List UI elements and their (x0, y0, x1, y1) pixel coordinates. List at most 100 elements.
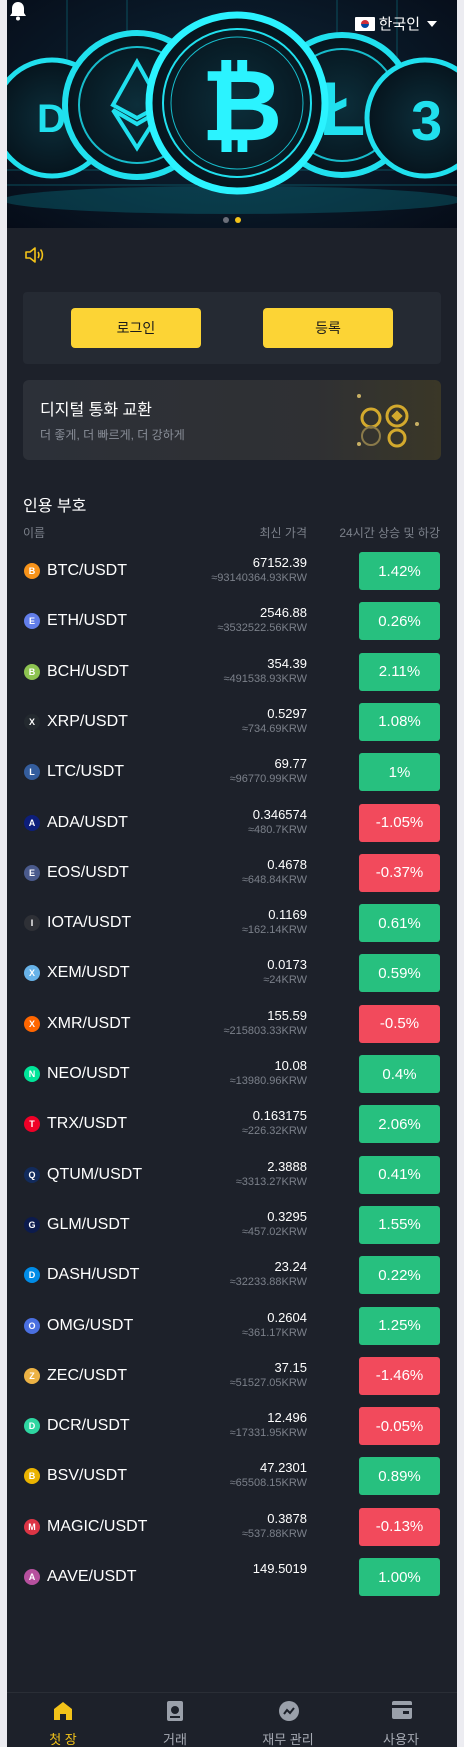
market-row[interactable]: T TRX/USDT 0.163175 ≈226.32KRW 2.06% (7, 1096, 457, 1152)
register-button[interactable]: 등록 (263, 308, 393, 348)
change-badge[interactable]: -1.46% (359, 1356, 440, 1395)
pair-name: BTC/USDT (47, 562, 127, 579)
magic-icon: M (24, 1518, 40, 1535)
change-badge[interactable]: 1.00% (359, 1558, 440, 1596)
home-icon (54, 1702, 72, 1720)
last-price: 0.2604 (267, 1309, 307, 1325)
last-price: 0.346574 (252, 806, 307, 822)
change-badge[interactable]: 1.08% (359, 702, 440, 741)
user-icon (392, 1701, 412, 1719)
market-row[interactable]: D DCR/USDT 12.496 ≈17331.95KRW -0.05% (7, 1398, 457, 1454)
last-price: 10.08 (274, 1058, 307, 1073)
market-row[interactable]: A AAVE/USDT 149.5019 1.00% (7, 1549, 457, 1605)
krw-price: ≈32233.88KRW (229, 1276, 307, 1289)
pair-name: AAVE/USDT (47, 1568, 137, 1585)
krw-price: ≈13980.96KRW (229, 1075, 307, 1087)
column-price: 최신 가격 (259, 526, 308, 540)
last-price: 23.24 (274, 1259, 307, 1275)
krw-price: ≈24KRW (263, 974, 307, 987)
krw-price: ≈162.14KRW (241, 924, 307, 937)
pair-name: TRX/USDT (47, 1115, 127, 1133)
last-price: 0.5297 (267, 705, 307, 721)
market-row[interactable]: B BSV/USDT 47.2301 ≈65508.15KRW 0.89% (7, 1448, 457, 1504)
korea-flag-icon (354, 16, 375, 31)
last-price: 0.1169 (268, 907, 307, 923)
change-badge[interactable]: -0.37% (359, 853, 440, 892)
nav-item-user[interactable]: 사용자 (345, 1693, 457, 1747)
speaker-icon[interactable] (24, 246, 44, 264)
carousel-dot[interactable] (223, 217, 229, 223)
market-row[interactable]: O OMG/USDT 0.2604 ≈361.17KRW 1.25% (7, 1298, 457, 1354)
xmr-icon: X (24, 1015, 40, 1032)
market-row[interactable]: X XEM/USDT 0.0173 ≈24KRW 0.59% (7, 945, 457, 1001)
market-row[interactable]: Z ZEC/USDT 37.15 ≈51527.05KRW -1.46% (7, 1348, 457, 1404)
change-badge[interactable]: 0.41% (359, 1155, 440, 1194)
krw-price: ≈3313.27KRW (235, 1175, 307, 1188)
change-badge[interactable]: 0.22% (359, 1256, 440, 1295)
change-badge[interactable]: 0.59% (359, 954, 440, 993)
ada-icon: A (24, 814, 40, 831)
eth-icon: E (24, 613, 40, 630)
change-badge[interactable]: -0.5% (359, 1004, 440, 1043)
promo-title: 디지털 통화 교환 (40, 402, 152, 419)
last-price: 2546.88 (260, 605, 307, 621)
last-price: 69.77 (274, 756, 307, 772)
bell-icon[interactable] (7, 0, 29, 22)
market-row[interactable]: Q QTUM/USDT 2.3888 ≈3313.27KRW 0.41% (7, 1147, 457, 1203)
nav-item-finance[interactable]: 재무 관리 (232, 1693, 344, 1747)
market-row[interactable]: B BCH/USDT 354.39 ≈491538.93KRW 2.11% (7, 644, 457, 700)
carousel-dot-active[interactable] (235, 217, 241, 223)
market-row[interactable]: A ADA/USDT 0.346574 ≈480.7KRW -1.05% (7, 795, 457, 851)
market-row[interactable]: L LTC/USDT 69.77 ≈96770.99KRW 1% (7, 744, 457, 800)
krw-price: ≈648.84KRW (241, 873, 307, 886)
change-badge[interactable]: 1.55% (359, 1205, 440, 1244)
market-row[interactable]: E EOS/USDT 0.4678 ≈648.84KRW -0.37% (7, 845, 457, 901)
change-badge[interactable]: 0.61% (359, 904, 440, 943)
glm-icon: G (24, 1216, 40, 1233)
change-badge[interactable]: 2.06% (359, 1105, 440, 1144)
language-selector[interactable]: 한국인 (354, 13, 437, 34)
krw-price: ≈734.69KRW (241, 722, 307, 735)
last-price: 0.0173 (267, 957, 307, 973)
last-price: 354.39 (267, 655, 307, 671)
nav-item-trade[interactable]: 거래 (119, 1693, 231, 1747)
omg-icon: O (24, 1317, 40, 1334)
bottom-nav: 첫 장 거래 재무 관리 사용자 (7, 1692, 457, 1747)
market-row[interactable]: M MAGIC/USDT 0.3878 ≈537.88KRW -0.13% (7, 1499, 457, 1555)
change-badge[interactable]: -0.13% (359, 1507, 440, 1546)
pair-name: DASH/USDT (47, 1266, 140, 1284)
promo-card[interactable]: 디지털 통화 교환 더 좋게, 더 빠르게, 더 강하게 (23, 380, 441, 460)
eos-icon: E (24, 864, 40, 881)
hero-banner[interactable]: D Ł 3 ₿ 한국인 (7, 0, 457, 228)
bch-icon: B (24, 663, 40, 680)
change-badge[interactable]: 0.26% (359, 602, 440, 641)
aave-icon: A (24, 1569, 40, 1585)
market-row[interactable]: D DASH/USDT 23.24 ≈32233.88KRW 0.22% (7, 1247, 457, 1303)
market-row[interactable]: X XRP/USDT 0.5297 ≈734.69KRW 1.08% (7, 694, 457, 750)
change-badge[interactable]: 1% (359, 753, 440, 792)
market-row[interactable]: N NEO/USDT 10.08 ≈13980.96KRW 0.4% (7, 1046, 457, 1102)
change-badge[interactable]: 0.4% (359, 1055, 440, 1093)
last-price: 47.2301 (260, 1460, 307, 1476)
change-badge[interactable]: 1.25% (359, 1306, 440, 1345)
nav-item-home[interactable]: 첫 장 (7, 1693, 119, 1747)
market-row[interactable]: G GLM/USDT 0.3295 ≈457.02KRW 1.55% (7, 1197, 457, 1253)
market-row[interactable]: I IOTA/USDT 0.1169 ≈162.14KRW 0.61% (7, 895, 457, 951)
change-badge[interactable]: 2.11% (359, 652, 440, 691)
krw-price: ≈361.17KRW (241, 1326, 307, 1339)
market-row[interactable]: X XMR/USDT 155.59 ≈215803.33KRW -0.5% (7, 996, 457, 1052)
change-badge[interactable]: -1.05% (359, 803, 440, 842)
market-row[interactable]: B BTC/USDT 67152.39 ≈93140364.93KRW 1.42% (7, 543, 457, 599)
neo-icon: N (24, 1066, 40, 1082)
btc-icon: B (24, 563, 40, 579)
last-price: 37.15 (274, 1359, 307, 1375)
change-badge[interactable]: 1.42% (359, 552, 440, 590)
coins-people-icon (357, 394, 419, 448)
nav-label-user: 사용자 (383, 1732, 419, 1747)
last-price: 67152.39 (252, 555, 307, 570)
change-badge[interactable]: -0.05% (359, 1407, 440, 1446)
pair-name: XEM/USDT (47, 964, 130, 982)
change-badge[interactable]: 0.89% (359, 1457, 440, 1496)
login-button[interactable]: 로그인 (71, 308, 201, 348)
market-row[interactable]: E ETH/USDT 2546.88 ≈3532522.56KRW 0.26% (7, 593, 457, 649)
